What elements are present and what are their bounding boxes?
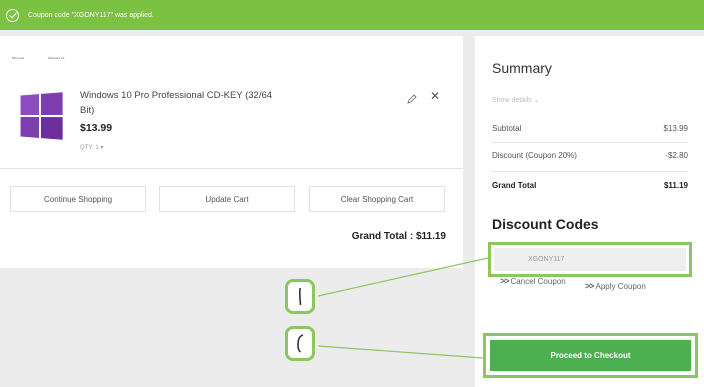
grand-total-row: Grand Total $11.19	[492, 181, 688, 190]
quantity-select[interactable]: QTY: 1 ▾	[80, 144, 103, 151]
check-circle-icon	[6, 8, 19, 22]
step-one-marker	[285, 279, 315, 314]
coupon-input[interactable]	[494, 248, 686, 271]
discount-codes-title: Discount Codes	[492, 216, 599, 232]
update-cart-button[interactable]: Update Cart	[159, 186, 295, 212]
product-price: $13.99	[80, 122, 113, 134]
pencil-icon[interactable]	[407, 91, 417, 104]
summary-panel: Summary Show details ⌄ Subtotal $13.99 D…	[475, 36, 704, 387]
apply-coupon-link[interactable]: >> Apply Coupon	[585, 281, 646, 291]
show-details-toggle[interactable]: Show details ⌄	[492, 96, 540, 104]
cart-panel: Microsoft Windows 10 Windows 10 Pro Prof…	[0, 36, 463, 268]
product-thumbnail[interactable]: Microsoft Windows 10	[10, 52, 68, 156]
windows-logo-icon	[20, 92, 63, 140]
step-two-marker	[285, 326, 315, 361]
apply-coupon-label: Apply Coupon	[595, 281, 646, 291]
discount-row: Discount (Coupon 20%) -$2.80	[492, 151, 688, 160]
coupon-highlight	[488, 242, 692, 277]
summary-title: Summary	[492, 60, 552, 76]
cancel-coupon-label: Cancel Coupon	[510, 276, 566, 286]
divider	[492, 142, 688, 143]
subtotal-value: $13.99	[663, 124, 688, 133]
close-icon[interactable]: ✕	[430, 90, 440, 102]
thumb-product-label: Windows 10	[48, 56, 65, 60]
notice-message: Coupon code "XGONY117" was applied.	[28, 11, 154, 19]
subtotal-row: Subtotal $13.99	[492, 124, 688, 133]
thumb-brand-label: Microsoft	[12, 56, 25, 60]
success-notice: Coupon code "XGONY117" was applied.	[0, 0, 704, 30]
divider	[492, 171, 688, 172]
discount-label: Discount (Coupon 20%)	[492, 151, 577, 160]
product-name[interactable]: Windows 10 Pro Professional CD-KEY (32/6…	[80, 88, 280, 118]
clear-cart-button[interactable]: Clear Shopping Cart	[309, 186, 445, 212]
subtotal-label: Subtotal	[492, 124, 522, 133]
cancel-coupon-link[interactable]: >> Cancel Coupon	[500, 276, 566, 286]
grand-total-label: Grand Total	[492, 181, 537, 190]
divider	[0, 168, 463, 169]
double-chevron-icon: >>	[500, 276, 509, 286]
proceed-to-checkout-button[interactable]: Proceed to Checkout	[490, 340, 691, 371]
discount-value: -$2.80	[665, 151, 688, 160]
double-chevron-icon: >>	[585, 281, 594, 291]
continue-shopping-button[interactable]: Continue Shopping	[10, 186, 146, 212]
checkout-highlight: Proceed to Checkout	[483, 333, 698, 378]
cart-grand-total: Grand Total : $11.19	[351, 231, 446, 242]
grand-total-value: $11.19	[663, 181, 688, 190]
